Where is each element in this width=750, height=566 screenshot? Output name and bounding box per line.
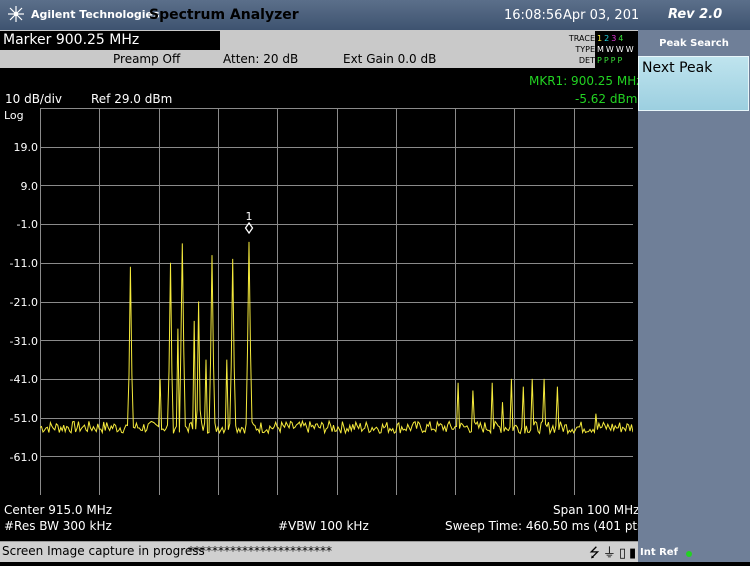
attenuation: Atten: 20 dB <box>223 52 299 66</box>
next-peak-button[interactable]: Next Peak <box>638 56 749 111</box>
type-label: TYPE <box>575 45 595 54</box>
span: Span 100 MHz <box>553 503 640 517</box>
y-tick: -41.0 <box>9 373 38 386</box>
marker-frequency: MKR1: 900.25 MHz <box>529 74 643 88</box>
y-tick: -31.0 <box>9 335 38 348</box>
trace-label: TRACE <box>568 34 595 43</box>
det-label: DET <box>578 56 595 65</box>
clock: 16:08:56 <box>504 8 563 23</box>
y-tick: -51.0 <box>9 412 38 425</box>
brand-name: Agilent Technologies <box>31 8 160 21</box>
y-tick: -1.0 <box>16 218 38 231</box>
y-tick: 19.0 <box>13 141 39 154</box>
marker-amplitude: -5.62 dBm <box>575 92 638 106</box>
resolution-bandwidth: #Res BW 300 kHz <box>4 519 112 533</box>
reference-level: Ref 29.0 dBm <box>91 92 173 106</box>
agilent-logo-icon <box>8 6 24 22</box>
trace-legend-labels: TRACE TYPE DET <box>560 33 595 66</box>
plug-icon: ⏚ <box>602 546 619 561</box>
external-gain: Ext Gain 0.0 dB <box>343 52 437 66</box>
status-progress: ************************ <box>188 544 332 558</box>
graticule <box>40 108 633 495</box>
app-title: Spectrum Analyzer <box>149 7 299 23</box>
trace-types: MWWW <box>597 45 636 54</box>
scale-type: Log <box>4 109 24 122</box>
int-ref-label: Int Ref <box>640 547 678 558</box>
revision-label: Rev 2.0 <box>668 7 723 22</box>
spectrum-plot: 1 <box>40 108 633 495</box>
status-message: Screen Image capture in progress <box>2 544 205 558</box>
softkey-menu-title: Peak Search <box>659 38 729 49</box>
marker-number: 1 <box>246 210 253 223</box>
center-frequency: Center 915.0 MHz <box>4 503 113 517</box>
trace-1-line <box>40 241 633 436</box>
trace-detectors: PPPP <box>597 56 625 65</box>
preamp-status: Preamp Off <box>113 52 181 66</box>
y-tick: -61.0 <box>9 451 38 464</box>
y-tick: 9.0 <box>20 180 39 193</box>
marker-1[interactable]: 1 <box>244 210 254 235</box>
date: Apr 03, 2013 <box>563 8 648 23</box>
scale-per-div: 10 dB/div <box>5 92 63 106</box>
y-tick: -21.0 <box>9 296 38 309</box>
y-tick: -11.0 <box>9 257 38 270</box>
trace-number: 4 <box>618 34 626 43</box>
int-ref-indicator-icon <box>686 551 692 557</box>
trace-legend: 1234 MWWW PPPP <box>595 31 638 68</box>
status-icons: ⭍⏚▯▮ <box>589 542 639 566</box>
trace-numbers: 1234 <box>597 33 625 44</box>
lock-icon: ▯ <box>618 546 630 561</box>
sweep-time: Sweep Time: 460.50 ms (401 pts) <box>445 519 649 533</box>
active-function-readout[interactable]: Marker 900.25 MHz <box>0 31 220 50</box>
video-bandwidth: #VBW 100 kHz <box>278 519 369 533</box>
usb-icon: ⭍ <box>589 546 603 561</box>
